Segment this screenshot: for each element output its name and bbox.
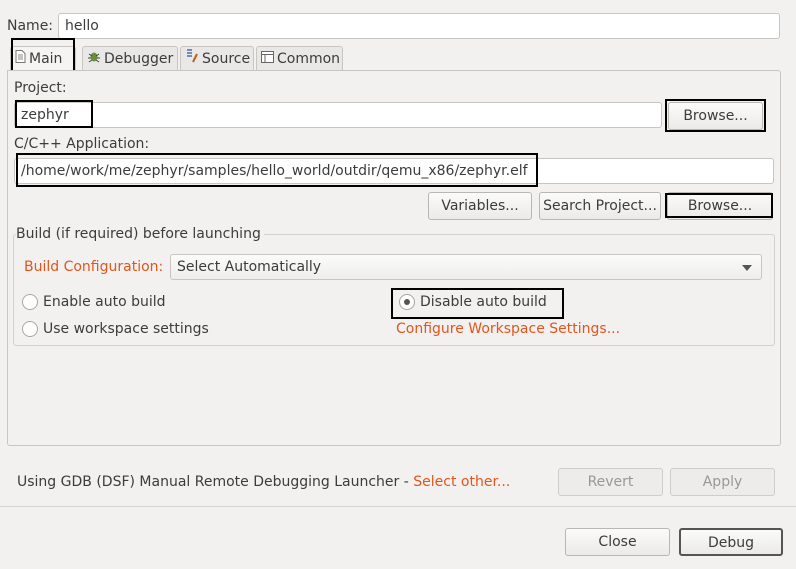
use-workspace-label: Use workspace settings	[43, 321, 209, 337]
tab-common-label: Common	[277, 50, 341, 67]
configure-workspace-link[interactable]: Configure Workspace Settings...	[396, 321, 620, 337]
project-field[interactable]: zephyr	[14, 102, 662, 128]
debug-button[interactable]: Debug	[679, 528, 783, 556]
source-icon	[185, 48, 199, 70]
disable-auto-build-radio[interactable]	[399, 294, 415, 310]
close-button[interactable]: Close	[565, 528, 670, 556]
tab-source-label: Source	[202, 50, 251, 67]
build-config-value: Select Automatically	[177, 259, 322, 275]
application-browse-button[interactable]: Browse...	[667, 192, 773, 220]
build-config-select[interactable]: Select Automatically	[170, 254, 762, 280]
project-label: Project:	[14, 80, 67, 96]
tab-source[interactable]: Source	[180, 46, 254, 70]
launcher-text-label: Using GDB (DSF) Manual Remote Debugging …	[17, 474, 414, 490]
select-other-link[interactable]: Select other...	[413, 474, 510, 490]
revert-button[interactable]: Revert	[558, 468, 663, 496]
variables-button[interactable]: Variables...	[428, 192, 532, 220]
name-label: Name:	[7, 18, 54, 34]
name-field[interactable]: hello	[58, 13, 780, 39]
enable-auto-build-label: Enable auto build	[43, 294, 166, 310]
document-icon	[15, 48, 26, 70]
footer-separator	[0, 506, 796, 507]
tab-debugger[interactable]: Debugger	[82, 46, 178, 70]
use-workspace-radio[interactable]	[22, 321, 38, 337]
tab-main[interactable]: Main	[10, 46, 76, 70]
tab-debugger-label: Debugger	[104, 50, 174, 67]
launcher-text: Using GDB (DSF) Manual Remote Debugging …	[17, 474, 510, 490]
enable-auto-build-radio[interactable]	[22, 294, 38, 310]
disable-auto-build-label: Disable auto build	[420, 294, 547, 310]
project-browse-button[interactable]: Browse...	[668, 102, 763, 130]
tab-common[interactable]: Common	[256, 46, 343, 70]
search-project-button[interactable]: Search Project...	[539, 192, 661, 220]
application-field[interactable]: /home/work/me/zephyr/samples/hello_world…	[14, 158, 774, 184]
chevron-down-icon	[742, 265, 752, 271]
build-config-label: Build Configuration:	[24, 259, 164, 275]
bug-icon	[87, 48, 101, 70]
apply-button[interactable]: Apply	[670, 468, 775, 496]
tab-main-label: Main	[29, 50, 63, 67]
common-icon	[261, 48, 274, 70]
build-group-label: Build (if required) before launching	[16, 226, 264, 242]
application-label: C/C++ Application:	[14, 136, 150, 152]
